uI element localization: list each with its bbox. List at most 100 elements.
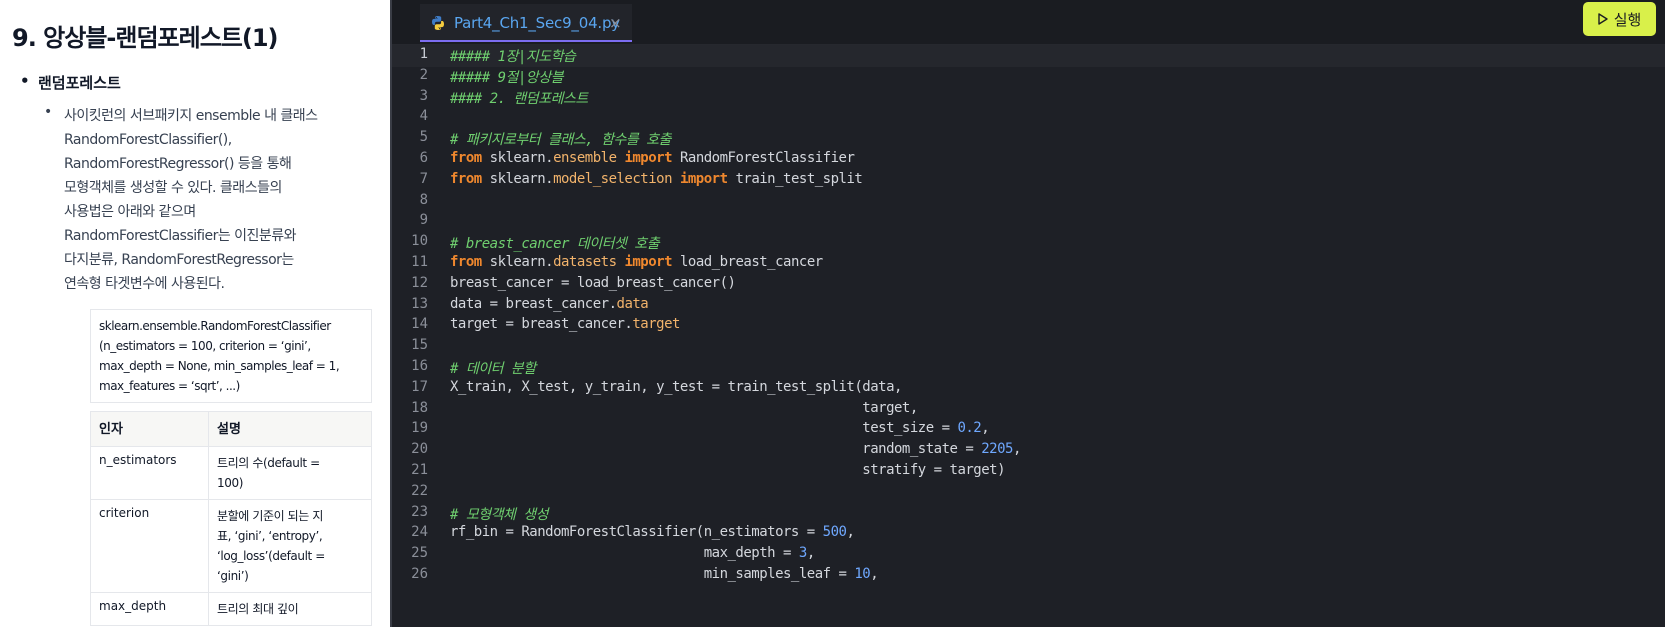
line-number: 24 (411, 524, 428, 541)
code-token-number: 0.2 (957, 420, 982, 437)
code-text: X_train, X_test, y_train, y_test = train… (450, 379, 902, 395)
signature-line: sklearn.ensemble.RandomForestClassifier (99, 319, 331, 333)
code-text: target, (450, 400, 918, 416)
code-token-number: 2205 (981, 441, 1013, 458)
code-line[interactable]: 2 ##### 9절|앙상블 (392, 66, 1665, 88)
code-token-plain: stratify = target) (450, 462, 1006, 478)
code-line[interactable]: 6 from sklearn.ensemble import RandomFore… (392, 149, 1665, 171)
lesson-pane: 9. 앙상블-랜덤포레스트(1) • 랜덤포레스트 • 사이킷런의 서브패키지 … (0, 0, 390, 627)
line-number: 26 (411, 566, 428, 582)
code-line[interactable]: 23 # 모형객체 생성 (392, 503, 1665, 525)
line-number: 8 (419, 191, 428, 208)
code-text: min_samples_leaf = 10, (450, 566, 879, 582)
param-desc-line: 표, ‘gini’, ‘entropy’, (217, 529, 323, 543)
line-number: 10 (411, 233, 428, 250)
class-signature-box: sklearn.ensemble.RandomForestClassifier … (90, 309, 372, 403)
code-text: max_depth = 3, (450, 545, 816, 562)
code-token-plain: sklearn. (481, 254, 554, 270)
code-line[interactable]: 4 (392, 107, 1665, 129)
code-line[interactable]: 1 ##### 1장|지도학습 (392, 45, 1665, 67)
code-line[interactable]: 16 # 데이터 분할 (392, 357, 1665, 379)
lesson-title: 9. 앙상블-랜덤포레스트(1) (12, 24, 278, 52)
description-text: 사이킷런의 서브패키지 ensemble 내 클래스 RandomForestC… (64, 104, 384, 296)
line-number: 13 (411, 295, 428, 312)
line-number: 19 (411, 420, 428, 437)
code-line[interactable]: 14 target = breast_cancer.target (392, 315, 1665, 337)
code-text: # 데이터 분할 (450, 358, 536, 378)
code-line[interactable]: 19 test_size = 0.2, (392, 419, 1665, 441)
code-token-plain: breast_cancer = load_breast_cancer() (450, 274, 736, 291)
code-text: target = breast_cancer.target (450, 316, 680, 332)
code-line[interactable]: 8 (392, 191, 1665, 213)
line-number: 3 (419, 87, 428, 104)
code-line[interactable]: 21 stratify = target) (392, 461, 1665, 483)
line-number: 22 (411, 482, 428, 499)
close-icon[interactable]: × (609, 14, 622, 32)
code-token-comment: # 모형객체 생성 (450, 506, 549, 523)
code-text: test_size = 0.2, (450, 420, 989, 436)
line-number: 1 (419, 46, 428, 62)
code-token-comment: # 패키지로부터 클래스, 함수를 호출 (450, 132, 671, 149)
line-number: 23 (411, 503, 428, 520)
code-token-plain: target = breast_cancer. (450, 316, 633, 333)
code-line[interactable]: 24 rf_bin = RandomForestClassifier(n_esti… (392, 523, 1665, 545)
code-token-plain: , (1012, 441, 1021, 458)
code-text: data = breast_cancer.data (450, 295, 649, 312)
code-line[interactable]: 22 (392, 482, 1665, 504)
line-number: 15 (411, 337, 428, 354)
code-line[interactable]: 13 data = breast_cancer.data (392, 295, 1665, 317)
code-token-comment: # breast_cancer 데이터셋 호출 (450, 236, 660, 253)
line-number: 9 (419, 212, 428, 229)
code-text: # breast_cancer 데이터셋 호출 (450, 233, 660, 253)
code-line[interactable]: 12 breast_cancer = load_breast_cancer() (392, 274, 1665, 296)
code-token-plain: , (981, 420, 990, 437)
code-line[interactable]: 11 from sklearn.datasets import load_brea… (392, 253, 1665, 275)
line-number: 5 (419, 129, 428, 146)
description-line: RandomForestRegressor() 등을 통해 (64, 156, 292, 172)
code-token-plain: , (806, 545, 815, 562)
code-line[interactable]: 26 min_samples_leaf = 10, (392, 565, 1665, 587)
code-token-keyword: from (450, 254, 482, 270)
description-line: 사이킷런의 서브패키지 ensemble 내 클래스 (64, 108, 318, 124)
code-token-plain: , (846, 524, 855, 541)
bullet-dot: • (20, 72, 30, 90)
code-text: breast_cancer = load_breast_cancer() (450, 274, 736, 291)
code-area[interactable]: 1 ##### 1장|지도학습 2 ##### 9절|앙상블 3 #### 2. 랜덤포레… (392, 45, 1665, 627)
param-name: n_estimators (90, 446, 209, 500)
code-token-plain: , (870, 566, 879, 582)
code-token-comment: ##### 1장|지도학습 (450, 49, 576, 65)
code-text: from sklearn.model_selection import trai… (450, 170, 863, 187)
code-token-keyword: import (679, 170, 728, 187)
code-line[interactable]: 7 from sklearn.model_selection import tra… (392, 170, 1665, 192)
run-button[interactable]: 실행 (1583, 2, 1656, 36)
code-token-plain: rf_bin = RandomForestClassifier(n_estima… (450, 524, 823, 541)
code-editor: Part4_Ch1_Sec9_04.py × 실행 1 ##### 1장|지도학습… (392, 0, 1665, 627)
code-token-plain: sklearn. (481, 170, 554, 187)
line-number: 6 (419, 150, 428, 166)
code-token-plain: RandomForestClassifier (672, 150, 855, 166)
param-desc-line: ‘log_loss’(default = (217, 549, 325, 563)
line-number: 14 (411, 316, 428, 333)
tab-bar: Part4_Ch1_Sec9_04.py × 실행 (392, 0, 1665, 45)
code-token-plain: data = breast_cancer. (450, 295, 617, 312)
code-text: # 패키지로부터 클래스, 함수를 호출 (450, 129, 671, 149)
code-line[interactable]: 17 X_train, X_test, y_train, y_test = tra… (392, 378, 1665, 400)
line-number: 7 (419, 170, 428, 187)
code-line[interactable]: 9 (392, 211, 1665, 233)
code-token-plain: X_train, X_test, y_train, y_test = train… (450, 378, 902, 395)
tab-python-file[interactable]: Part4_Ch1_Sec9_04.py × (420, 4, 632, 42)
table-header-row: 인자 설명 (90, 411, 372, 447)
code-line[interactable]: 18 target, (392, 399, 1665, 421)
param-desc-line: 100) (217, 476, 243, 490)
code-line[interactable]: 5 # 패키지로부터 클래스, 함수를 호출 (392, 128, 1665, 150)
code-line[interactable]: 25 max_depth = 3, (392, 544, 1665, 566)
code-line[interactable]: 10 # breast_cancer 데이터셋 호출 (392, 232, 1665, 254)
param-desc: 트리의 최대 깊이 (208, 592, 372, 626)
code-line[interactable]: 20 random_state = 2205, (392, 440, 1665, 462)
code-line[interactable]: 3 #### 2. 랜덤포레스트 (392, 87, 1665, 109)
code-token-number: 10 (854, 566, 871, 582)
code-token-comment: ##### 9절|앙상블 (450, 69, 563, 86)
code-line[interactable]: 15 (392, 336, 1665, 358)
code-text: stratify = target) (450, 462, 1005, 478)
